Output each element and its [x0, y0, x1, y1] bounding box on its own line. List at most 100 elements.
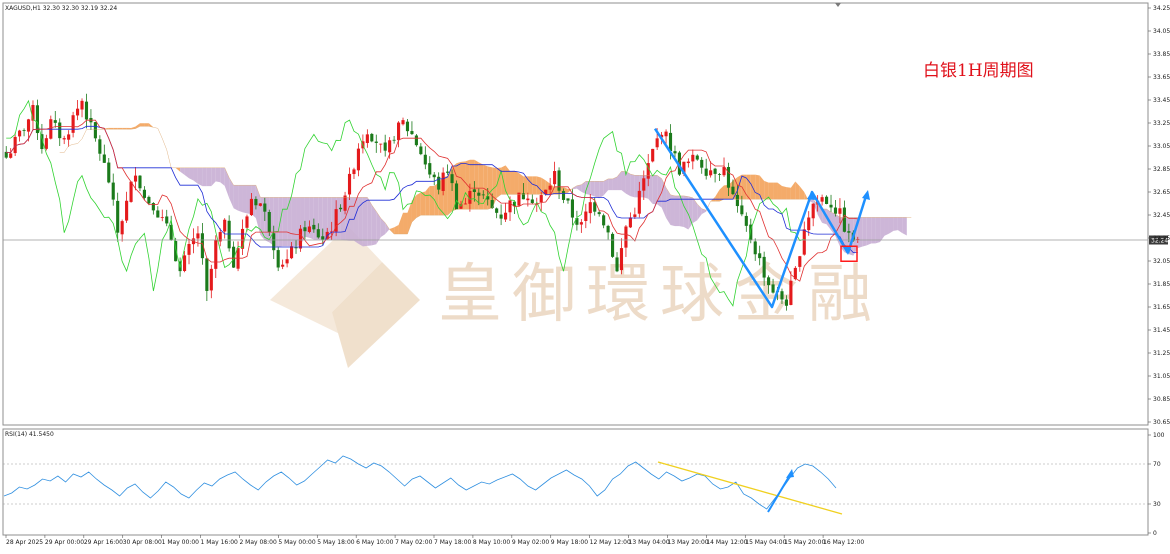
rsi-header: RSI(14) 41.5450	[5, 431, 54, 438]
chart-annotation: 白银1H周期图	[923, 61, 1034, 81]
candle-body	[767, 277, 770, 285]
price-tick-label: 32.85	[1153, 166, 1170, 173]
cloud-segment	[234, 185, 238, 210]
candle-body	[214, 240, 217, 269]
candle-body	[500, 215, 503, 219]
candle-body	[807, 218, 810, 231]
cloud-segment	[786, 187, 790, 199]
candle-body	[281, 265, 284, 267]
candle-body	[250, 199, 253, 215]
candle-body	[27, 119, 30, 131]
price-tick-label: 32.45	[1153, 212, 1170, 219]
candle-body	[834, 208, 837, 214]
cloud-segment	[871, 217, 875, 243]
candle-body	[45, 138, 48, 149]
candle-body	[94, 122, 97, 138]
cloud-segment	[202, 168, 206, 186]
cloud-segment	[742, 175, 746, 200]
candle-body	[76, 109, 79, 116]
candle-body	[540, 195, 543, 202]
cloud-segment	[479, 162, 483, 209]
candle-body	[397, 123, 400, 141]
candle-body	[803, 229, 806, 254]
candle-body	[63, 138, 66, 139]
candle-body	[620, 248, 623, 270]
candle-body	[785, 299, 788, 305]
candle-body	[384, 143, 387, 151]
candle-body	[615, 257, 618, 271]
candle-body	[393, 140, 396, 141]
price-tick-label: 31.25	[1153, 350, 1170, 357]
candle-body	[549, 186, 552, 190]
candle-body	[419, 146, 422, 154]
price-tick-label: 31.45	[1153, 327, 1170, 334]
cloud-segment	[287, 197, 291, 246]
candle-body	[165, 216, 168, 223]
candle-body	[294, 247, 297, 248]
candle-body	[103, 155, 106, 163]
chart-window: 皇御環球金融 32.24 白银1H周期图 34.2534.0533.8533.6…	[0, 0, 1170, 550]
cloud-segment	[769, 183, 773, 200]
candle-body	[553, 171, 556, 184]
cloud-segment	[889, 217, 893, 233]
candle-body	[98, 139, 101, 153]
candle-body	[241, 229, 244, 249]
candle-body	[714, 169, 717, 174]
candle-body	[508, 200, 511, 212]
candle-body	[205, 258, 208, 291]
candle-body	[277, 250, 280, 267]
candle-body	[303, 227, 306, 231]
candle-body	[370, 134, 373, 141]
cloud-segment	[590, 181, 594, 196]
time-tick-label: 1 May 00:00	[162, 539, 200, 546]
candle-body	[210, 269, 213, 291]
price-tick-label: 30.85	[1153, 396, 1170, 403]
candle-body	[58, 123, 61, 139]
candle-body	[669, 133, 672, 151]
watermark-text: 皇御環球金融	[438, 258, 882, 332]
time-tick-label: 13 May 04:00	[629, 539, 670, 546]
candle-body	[379, 144, 382, 145]
cloud-segment	[862, 217, 866, 246]
candle-body	[798, 256, 801, 267]
cloud-segment	[626, 172, 630, 197]
candle-body	[607, 226, 610, 233]
candle-body	[366, 134, 369, 143]
candle-body	[130, 182, 133, 202]
price-tick-label: 32.65	[1153, 189, 1170, 196]
candle-body	[642, 178, 645, 190]
candle-body	[147, 197, 150, 204]
candle-body	[415, 135, 418, 145]
cloud-segment	[902, 217, 906, 235]
cloud-segment	[751, 175, 755, 200]
rsi-tick-label: 100	[1153, 432, 1165, 439]
candle-body	[526, 199, 529, 201]
candle-body	[700, 160, 703, 168]
time-tick-label: 5 May 00:00	[278, 539, 316, 546]
cloud-segment	[876, 217, 880, 243]
candle-body	[598, 212, 601, 214]
candle-body	[308, 227, 311, 232]
candle-body	[821, 197, 824, 201]
candle-body	[638, 191, 641, 214]
candle-body	[843, 208, 846, 232]
cloud-segment	[216, 168, 220, 182]
cloud-segment	[885, 217, 889, 235]
candle-body	[268, 212, 271, 232]
cloud-segment	[292, 197, 296, 246]
candle-body	[589, 202, 592, 213]
candle-body	[286, 259, 289, 263]
cloud-segment	[755, 175, 759, 200]
candle-body	[125, 201, 128, 221]
candle-body	[789, 281, 792, 305]
candle-body	[602, 215, 605, 225]
candle-body	[825, 197, 828, 204]
cloud-segment	[238, 185, 242, 212]
cloud-segment	[430, 186, 434, 215]
candle-body	[228, 221, 231, 249]
candle-body	[740, 205, 743, 214]
cloud-segment	[675, 196, 679, 226]
cloud-segment	[198, 168, 202, 186]
candle-body	[829, 205, 832, 208]
cloud-segment	[782, 186, 786, 199]
